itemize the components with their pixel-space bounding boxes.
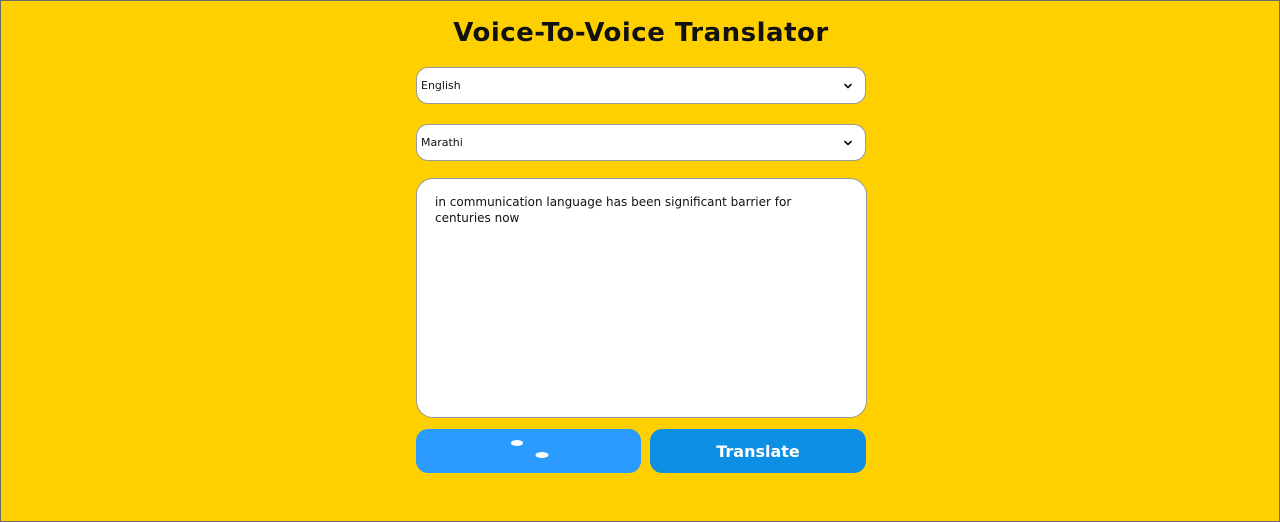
target-language-value: Marathi xyxy=(421,136,463,149)
input-text-area[interactable]: in communication language has been signi… xyxy=(416,178,867,418)
chevron-down-icon xyxy=(843,138,853,148)
page-title: Voice-To-Voice Translator xyxy=(453,18,829,48)
source-language-select[interactable]: English xyxy=(416,67,866,104)
record-button[interactable] xyxy=(416,429,641,473)
loading-dots-icon xyxy=(511,440,549,458)
target-language-select[interactable]: Marathi xyxy=(416,124,866,161)
source-language-value: English xyxy=(421,79,461,92)
translate-button[interactable]: Translate xyxy=(650,429,866,473)
chevron-down-icon xyxy=(843,81,853,91)
